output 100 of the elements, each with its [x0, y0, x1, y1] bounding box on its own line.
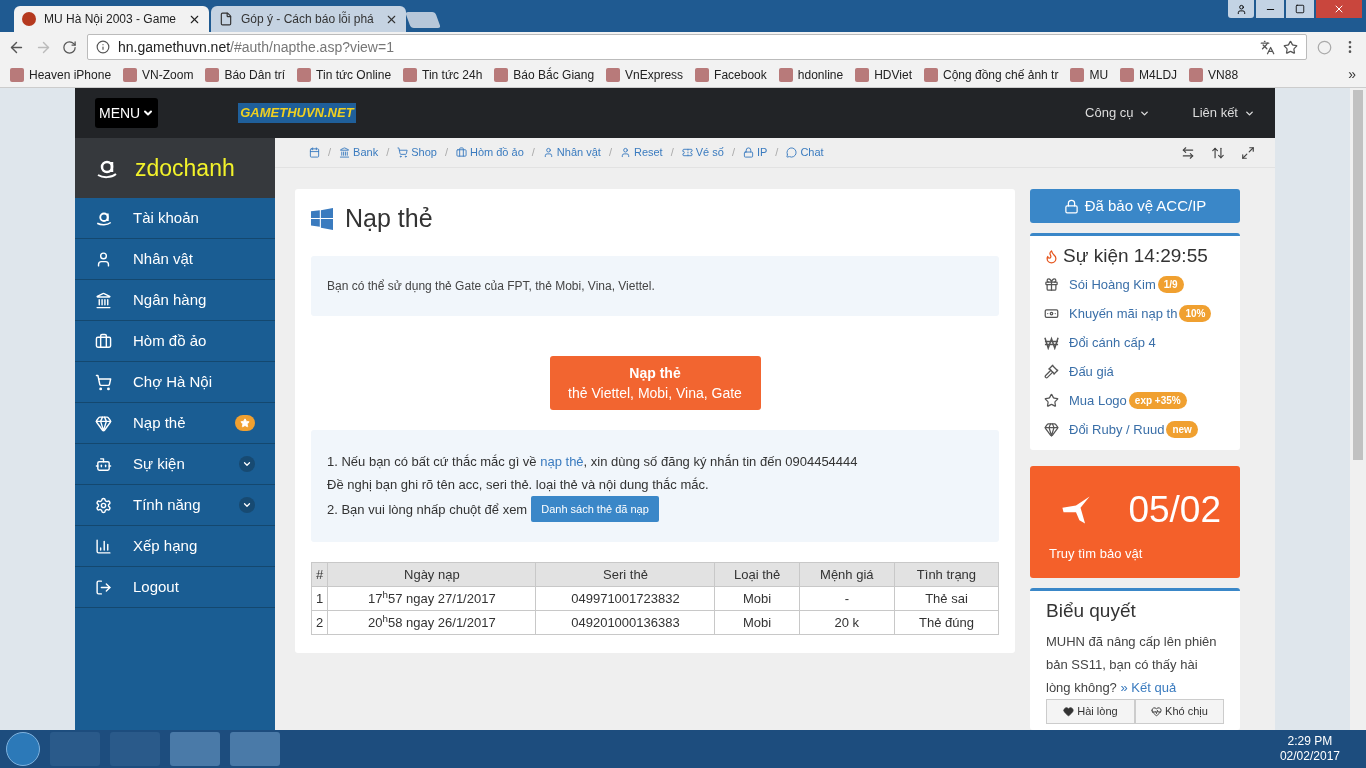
result-link[interactable]: » Kết quả: [1120, 679, 1177, 695]
bookmark-star-icon[interactable]: [1283, 39, 1298, 55]
event-link[interactable]: Khuyến mãi nạp th: [1069, 303, 1178, 324]
table-cell: 20$^{h}$58 ngay 26/1/2017: [327, 610, 536, 635]
breadcrumb-link[interactable]: Reset: [619, 144, 663, 161]
breadcrumb-separator: /: [608, 145, 612, 161]
bookmark-favicon-icon: [123, 67, 138, 82]
profile-button[interactable]: [1228, 0, 1254, 18]
sidebar-item-label: Xếp hạng: [133, 535, 199, 556]
bookmark[interactable]: Tin tức Online: [297, 65, 392, 84]
heart-icon: [1063, 705, 1075, 717]
bookmark-label: M4LDJ: [1139, 66, 1178, 84]
nav-dropdown[interactable]: Công cụ: [1085, 103, 1151, 123]
breadcrumb-link[interactable]: Nhân vật: [542, 144, 601, 161]
protect-button[interactable]: Đã bảo vệ ACC/IP: [1030, 189, 1240, 223]
browser-tab[interactable]: MU Hà Nội 2003 - Game: [14, 6, 209, 32]
nav-dropdown[interactable]: Liên kết: [1192, 103, 1255, 123]
breadcrumb-separator: /: [670, 145, 674, 161]
breadcrumb-icon: [786, 147, 798, 158]
bookmark[interactable]: VN-Zoom: [123, 65, 194, 84]
bookmark[interactable]: MU: [1070, 65, 1109, 84]
breadcrumb-icon: [681, 147, 693, 158]
breadcrumb-link[interactable]: Vé số: [681, 144, 724, 161]
sidebar-item-icon: [95, 578, 112, 596]
bookmark-label: VN-Zoom: [142, 66, 194, 84]
menu-button[interactable]: MENU: [95, 98, 159, 128]
bookmark[interactable]: Tin tức 24h: [403, 65, 483, 84]
bookmark-favicon-icon: [923, 67, 938, 82]
vote-option-button[interactable]: Khó chịu: [1135, 698, 1224, 724]
more-bookmarks-button[interactable]: »: [1348, 64, 1356, 85]
topup-link[interactable]: nạp thẻ: [540, 454, 584, 469]
bookmark-favicon-icon: [606, 67, 621, 82]
breadcrumb-link[interactable]: Hòm đồ ảo: [455, 144, 524, 161]
bookmark-favicon-icon: [855, 67, 870, 82]
vertical-resize-icon[interactable]: [1211, 145, 1225, 160]
event-link[interactable]: Đổi Ruby / Ruud: [1069, 419, 1165, 440]
tab-title: Góp ý - Cách báo lỗi phá: [241, 10, 375, 28]
restore-button[interactable]: [1286, 0, 1314, 18]
vote-title: Biểu quyết: [1046, 599, 1137, 623]
breadcrumb-icon: [397, 147, 409, 158]
horizontal-resize-icon[interactable]: [1181, 145, 1195, 160]
sidebar-item-icon: [95, 455, 112, 473]
breadcrumb-link[interactable]: IP: [742, 144, 768, 161]
calendar-icon[interactable]: [309, 147, 320, 158]
event-link[interactable]: Sói Hoàng Kim: [1069, 274, 1156, 295]
reload-icon[interactable]: [62, 39, 77, 55]
fullscreen-icon[interactable]: [1241, 145, 1255, 160]
info-text: Bạn có thể sử dụng thẻ Gate của FPT, thẻ Mobi, Vina, Viettel.: [327, 278, 655, 295]
bookmark-favicon-icon: [10, 67, 24, 82]
new-tab-button[interactable]: [405, 12, 441, 28]
clock[interactable]: 2:29 PM 02/02/2017: [1279, 734, 1340, 764]
bookmark[interactable]: hdonline: [778, 65, 844, 84]
browser-tab[interactable]: Góp ý - Cách báo lỗi phá: [211, 6, 406, 32]
bookmark[interactable]: M4LDJ: [1120, 65, 1178, 84]
page-icon: [219, 12, 233, 26]
star-icon: [240, 418, 250, 428]
sidebar-item[interactable]: Sự kiện: [75, 444, 275, 485]
event-icon: [1044, 364, 1059, 379]
bookmark[interactable]: Facebook: [695, 65, 767, 84]
sidebar-item-label: Nạp thẻ: [133, 412, 187, 433]
sidebar-item-icon: [95, 250, 112, 268]
bookmark[interactable]: HDViet: [855, 65, 912, 84]
breadcrumb-link[interactable]: Shop: [397, 144, 437, 161]
site-logo[interactable]: GAMETHUVN.NET: [238, 103, 356, 123]
chevron-icon[interactable]: [239, 497, 255, 513]
breadcrumb-link[interactable]: Bank: [339, 144, 379, 161]
sidebar-item[interactable]: Tính năng: [75, 485, 275, 526]
event-icon: [1044, 422, 1059, 437]
chevron-icon[interactable]: [239, 456, 255, 472]
event-link[interactable]: Mua Logo: [1069, 390, 1127, 411]
column-header: Mệnh giá: [799, 562, 895, 587]
sidebar-item-label: Sự kiện: [133, 453, 186, 474]
start-button[interactable]: [6, 732, 40, 766]
bookmark[interactable]: VN88: [1189, 65, 1239, 84]
flame-icon: [1044, 248, 1059, 264]
clock-date: 02/02/2017: [1279, 749, 1340, 764]
sidebar-item[interactable]: Nạp thẻ: [75, 403, 275, 444]
vote-option-button[interactable]: Hài lòng: [1046, 698, 1135, 724]
breadcrumb-separator: /: [444, 145, 448, 161]
bookmark-favicon-icon: [695, 67, 710, 82]
breadcrumb-separator: /: [731, 145, 735, 161]
sidebar-item-icon: [95, 496, 112, 514]
lock-icon: [1063, 198, 1079, 214]
bookmark[interactable]: Báo Dân trí: [205, 65, 286, 84]
sidebar-item-label: Tính năng: [133, 494, 202, 515]
address-bar[interactable]: hn.gamethuvn.net/#auth/napthe.asp?view=1: [87, 34, 1307, 60]
treasure-label: Truy tìm bảo vật: [1049, 544, 1144, 563]
event-link[interactable]: Đổi cánh cấp 4: [1069, 332, 1156, 353]
table-cell: Mobi: [714, 586, 800, 611]
sidebar-item-icon: [95, 537, 112, 555]
card-list-button[interactable]: Danh sách thẻ đã nạp: [531, 496, 659, 522]
event-link[interactable]: Đấu giá: [1069, 361, 1114, 382]
bookmark[interactable]: Báo Bắc Giang: [494, 65, 595, 84]
close-icon: [1333, 3, 1345, 15]
bookmark[interactable]: Cộng đồng chế ảnh tr: [923, 65, 1059, 84]
breadcrumb-link[interactable]: Chat: [786, 144, 824, 161]
bookmark[interactable]: Heaven iPhone: [10, 65, 112, 84]
translate-icon[interactable]: [1260, 39, 1275, 55]
bookmark[interactable]: VnExpress: [606, 65, 684, 84]
scrollbar[interactable]: [1350, 88, 1366, 730]
